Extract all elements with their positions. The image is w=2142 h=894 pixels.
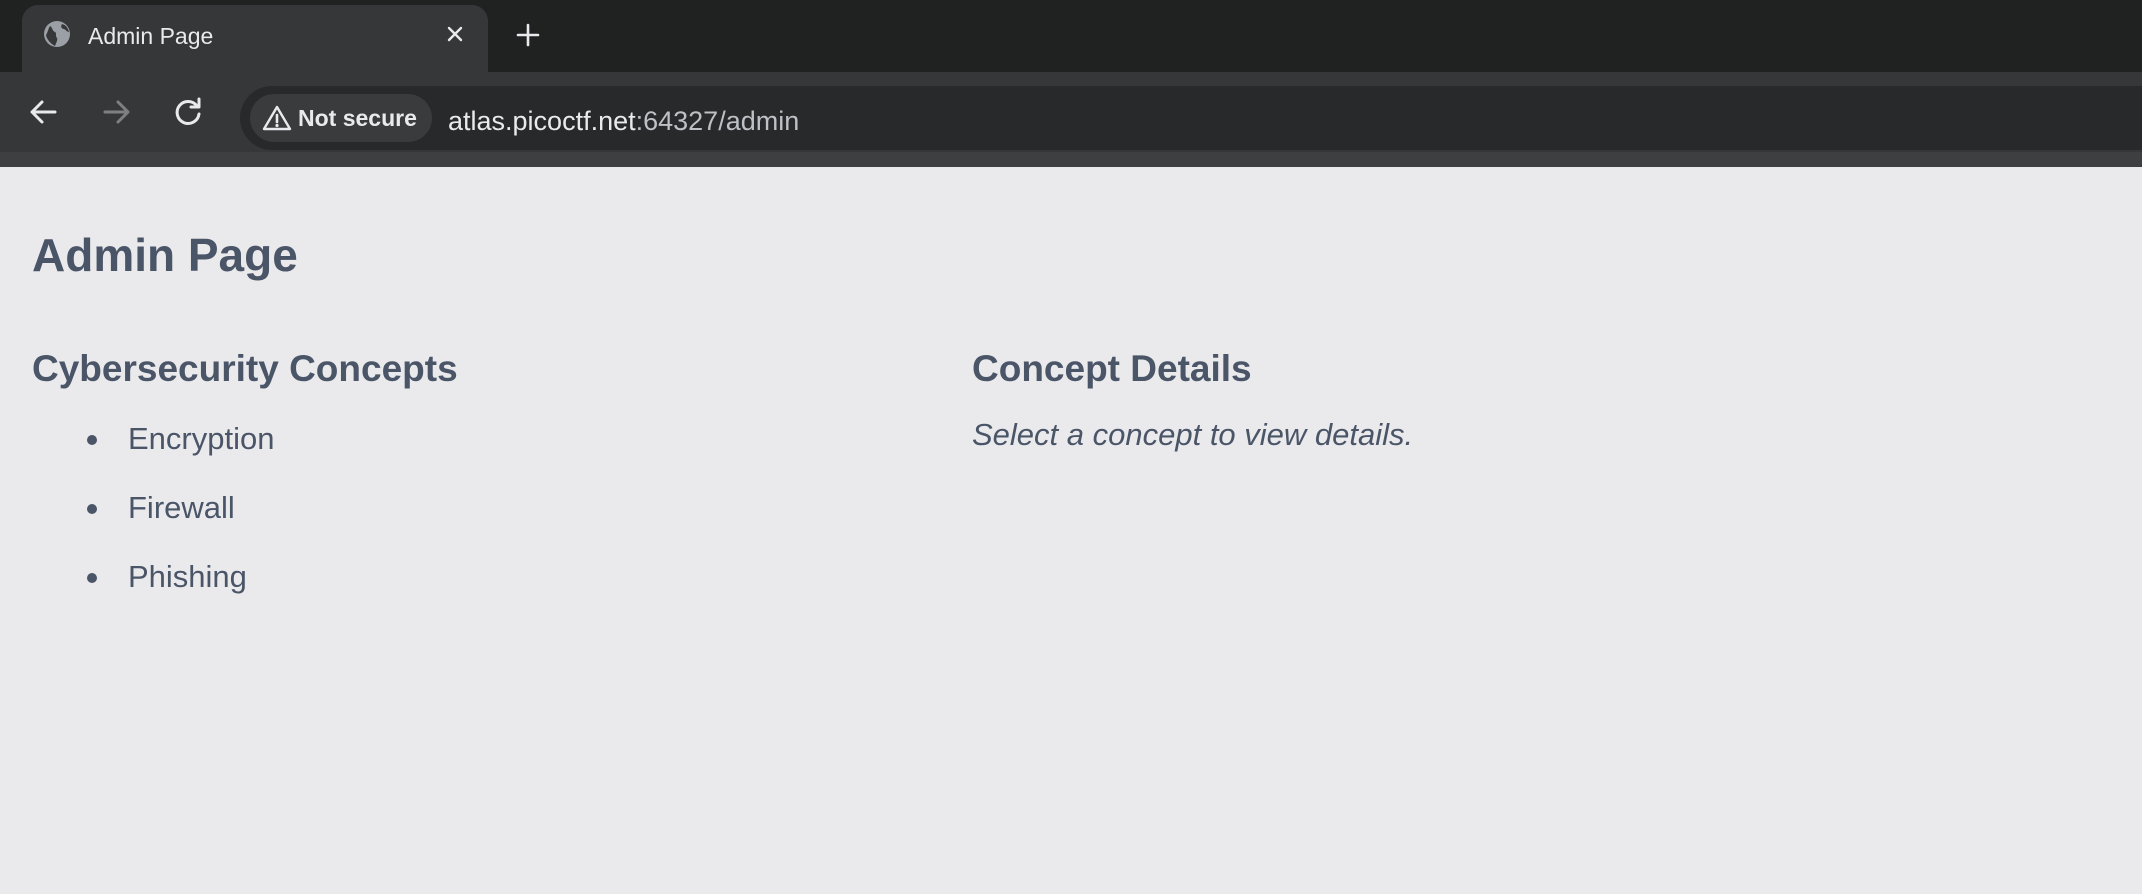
url-host: atlas.picoctf.net	[448, 106, 636, 136]
tab-strip: Admin Page	[0, 0, 2142, 72]
concept-list: Encryption Firewall Phishing	[32, 419, 892, 626]
arrow-left-icon[interactable]	[20, 88, 68, 136]
concept-label: Phishing	[128, 559, 247, 594]
warning-triangle-icon	[262, 104, 292, 132]
bullet-icon	[87, 435, 97, 445]
page-content: Admin Page Cybersecurity Concepts Encryp…	[0, 167, 2142, 894]
plus-icon[interactable]	[510, 17, 546, 53]
tab-admin-page[interactable]: Admin Page	[22, 5, 488, 72]
concepts-panel: Cybersecurity Concepts Encryption Firewa…	[32, 347, 892, 626]
concept-item-firewall[interactable]: Firewall	[32, 488, 892, 557]
url-path: :64327/admin	[635, 106, 800, 136]
arrow-right-icon[interactable]	[92, 88, 140, 136]
browser-chrome: Admin Page Not secure atlas.picoctf.net:…	[0, 0, 2142, 167]
details-heading: Concept Details	[972, 348, 1252, 389]
close-icon[interactable]	[440, 19, 470, 49]
address-bar[interactable]: Not secure atlas.picoctf.net:64327/admin	[240, 86, 2142, 150]
bullet-icon	[87, 573, 97, 583]
concept-item-encryption[interactable]: Encryption	[32, 419, 892, 488]
security-label: Not secure	[298, 105, 417, 131]
tab-title: Admin Page	[88, 23, 214, 49]
security-chip[interactable]: Not secure	[250, 94, 432, 142]
bullet-icon	[87, 504, 97, 514]
concepts-heading: Cybersecurity Concepts	[32, 348, 458, 389]
page-title: Admin Page	[32, 229, 298, 281]
url-text[interactable]: atlas.picoctf.net:64327/admin	[448, 106, 799, 136]
toolbar-divider	[0, 152, 2142, 167]
globe-icon	[42, 19, 72, 49]
reload-icon[interactable]	[164, 88, 212, 136]
details-panel: Concept Details Select a concept to view…	[972, 347, 2072, 455]
toolbar: Not secure atlas.picoctf.net:64327/admin	[0, 72, 2142, 152]
concept-item-phishing[interactable]: Phishing	[32, 557, 892, 626]
details-placeholder: Select a concept to view details.	[972, 417, 1414, 452]
concept-label: Firewall	[128, 490, 235, 525]
concept-label: Encryption	[128, 421, 275, 456]
